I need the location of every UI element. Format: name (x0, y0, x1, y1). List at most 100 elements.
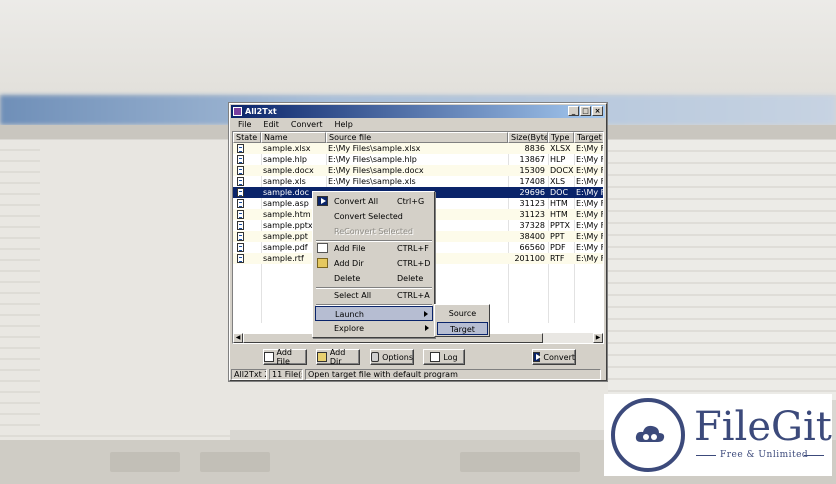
state-cell (233, 231, 261, 242)
scroll-left-icon[interactable]: ◀ (233, 333, 243, 343)
menu-file[interactable]: File (232, 119, 257, 131)
document-icon (237, 166, 244, 175)
size-cell: 31123 (519, 210, 545, 219)
name-cell: sample.docx (263, 166, 314, 175)
document-icon (237, 254, 244, 263)
options-label: Options (382, 352, 413, 362)
target-file-cell: E:\My Fil (576, 144, 603, 153)
submenu-arrow-icon (425, 325, 429, 331)
menu-item-add-file[interactable]: Add File CTRL+F (315, 241, 433, 256)
add-file-button[interactable]: Add File (263, 348, 307, 366)
convert-button[interactable]: Convert (532, 349, 576, 365)
document-icon (237, 188, 244, 197)
menu-item-add-dir[interactable]: Add Dir CTRL+D (315, 256, 433, 271)
document-icon (237, 243, 244, 252)
type-cell: XLS (550, 177, 566, 186)
state-cell (233, 154, 261, 165)
filegit-logo: FileGit Free & Unlimited (604, 394, 832, 476)
target-file-cell: E:\My Fil (576, 177, 603, 186)
logo-rule-right (804, 455, 824, 456)
logo-circle (611, 398, 685, 472)
status-message: Open target file with default program (305, 369, 601, 380)
table-row[interactable]: sample.docx E:\My Files\sample.docx 15309 D… (233, 165, 603, 176)
type-cell: PPTX (550, 221, 571, 230)
log-button[interactable]: Log (423, 349, 465, 365)
column-target-file[interactable]: Target fil (574, 132, 603, 143)
document-icon (237, 199, 244, 208)
column-source-file[interactable]: Source file (326, 132, 508, 143)
minimize-button[interactable]: _ (568, 106, 579, 116)
convert-icon (317, 196, 328, 206)
options-icon (371, 352, 380, 362)
menu-item-convert-selected[interactable]: Convert Selected (315, 209, 433, 224)
target-file-cell: E:\My Fil (576, 188, 603, 197)
state-cell (233, 176, 261, 187)
add-file-label: Add File (276, 348, 293, 366)
type-cell: HTM (550, 199, 568, 208)
menu-item-delete[interactable]: Delete Delete (315, 271, 433, 286)
state-cell (233, 143, 261, 154)
size-cell: 13867 (519, 155, 545, 164)
type-cell: PPT (550, 232, 565, 241)
status-file-count: 11 File(s) (269, 369, 303, 380)
table-row[interactable]: sample.hlp E:\My Files\sample.hlp 13867 HLP… (233, 154, 603, 165)
column-state[interactable]: State (233, 132, 261, 143)
size-cell: 29696 (519, 188, 545, 197)
menu-item-select-all[interactable]: Select All CTRL+A (315, 288, 433, 303)
convert-label: Convert (543, 352, 575, 362)
submenu-arrow-icon (424, 311, 428, 317)
submenu-item-target[interactable]: Target (437, 322, 488, 335)
app-icon (233, 107, 242, 116)
options-button[interactable]: Options (370, 349, 414, 365)
table-row[interactable]: sample.xls E:\My Files\sample.xls 17408 XLS… (233, 176, 603, 187)
size-cell: 201100 (514, 254, 545, 263)
column-type[interactable]: Type (548, 132, 574, 143)
document-icon (237, 232, 244, 241)
status-version: All2Txt 2.2 (231, 369, 267, 380)
type-cell: RTF (550, 254, 565, 263)
document-icon (237, 221, 244, 230)
source-file-cell: E:\My Files\sample.hlp (328, 155, 417, 164)
source-file-cell: E:\My Files\sample.xlsx (328, 144, 421, 153)
type-cell: HTM (550, 210, 568, 219)
submenu-item-source[interactable]: Source (437, 307, 488, 320)
state-cell (233, 165, 261, 176)
menu-item-convert-all[interactable]: Convert All Ctrl+G (315, 194, 433, 209)
name-cell: sample.hlp (263, 155, 307, 164)
target-file-cell: E:\My Fil (576, 254, 603, 263)
scroll-right-icon[interactable]: ▶ (593, 333, 603, 343)
column-name[interactable]: Name (261, 132, 326, 143)
add-dir-button[interactable]: Add Dir (316, 348, 360, 366)
state-cell (233, 209, 261, 220)
column-size[interactable]: Size(Byte) (508, 132, 548, 143)
menu-edit[interactable]: Edit (257, 119, 285, 131)
maximize-button[interactable]: □ (580, 106, 591, 116)
add-file-icon (264, 352, 274, 362)
type-cell: PDF (550, 243, 566, 252)
target-file-cell: E:\My Fil (576, 243, 603, 252)
state-cell (233, 198, 261, 209)
window-title: All2Txt (245, 107, 277, 116)
table-row[interactable]: sample.xlsx E:\My Files\sample.xlsx 8836 XL… (233, 143, 603, 154)
size-cell: 37328 (519, 221, 545, 230)
name-cell: sample.xlsx (263, 144, 311, 153)
cloud-icon (635, 425, 665, 442)
menu-help[interactable]: Help (329, 119, 359, 131)
menu-item-launch[interactable]: Launch (315, 306, 433, 321)
close-button[interactable]: × (592, 106, 603, 116)
state-cell (233, 242, 261, 253)
size-cell: 15309 (519, 166, 545, 175)
title-bar[interactable]: All2Txt _ □ × (231, 105, 605, 118)
logo-rule-left (696, 455, 716, 456)
target-file-cell: E:\My Fil (576, 199, 603, 208)
state-cell (233, 220, 261, 231)
type-cell: HLP (550, 155, 566, 164)
menu-convert[interactable]: Convert (285, 119, 329, 131)
type-cell: XLSX (550, 144, 571, 153)
launch-submenu: Source Target (434, 304, 490, 337)
document-icon (237, 210, 244, 219)
menu-item-explore[interactable]: Explore (315, 321, 433, 336)
state-cell (233, 253, 261, 264)
list-header: State Name Source file Size(Byte) Type T… (233, 132, 603, 143)
size-cell: 31123 (519, 199, 545, 208)
